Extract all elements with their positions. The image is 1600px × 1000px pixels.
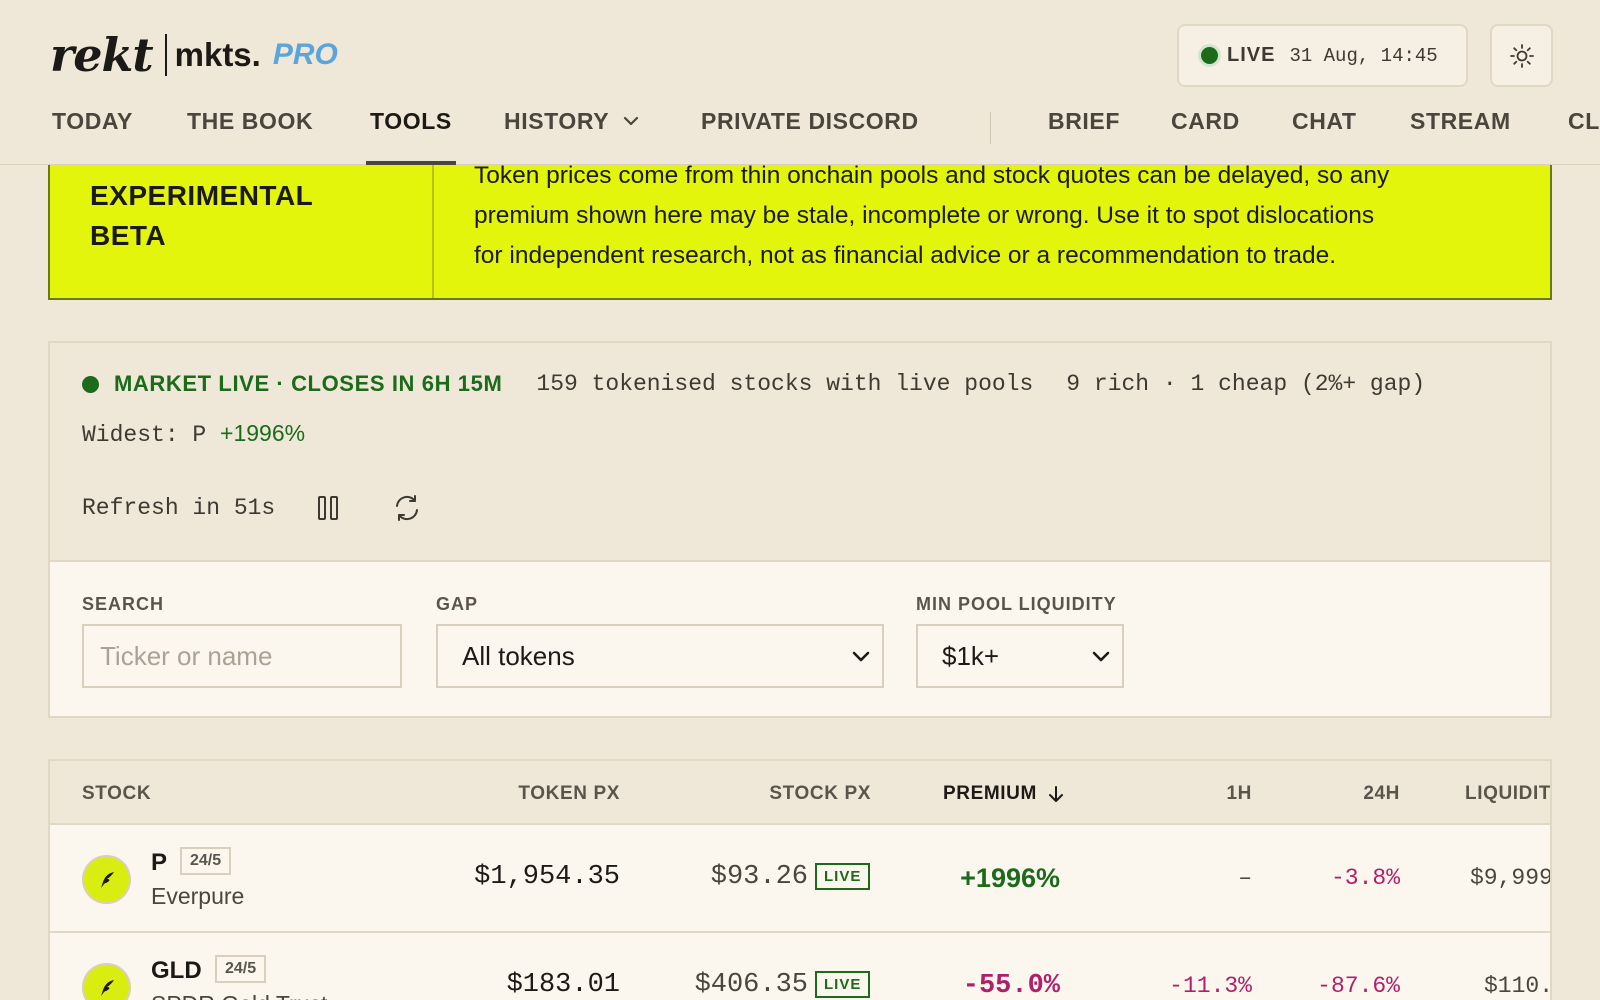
- nav-chat[interactable]: CHAT: [1292, 108, 1357, 165]
- chevron-down-icon: [852, 651, 870, 662]
- table-header: STOCK TOKEN PX STOCK PX PREMIUM 1H 24H L…: [50, 761, 1550, 825]
- nav-cl-truncated[interactable]: CL: [1568, 108, 1600, 165]
- stock-avatar: [82, 963, 131, 1000]
- live-clock: LIVE 31 Aug, 14:45: [1177, 24, 1468, 87]
- col-24h[interactable]: 24H: [1300, 783, 1400, 805]
- gap-label: GAP: [436, 594, 479, 614]
- nav-tools[interactable]: TOOLS: [366, 108, 456, 165]
- change-1h: -11.3%: [1169, 973, 1252, 999]
- logo-rekt: rekt: [50, 28, 154, 82]
- live-indicator-dot: [1201, 47, 1218, 64]
- pause-icon: [318, 496, 339, 520]
- robinhood-feather-icon: [100, 979, 114, 996]
- gap-select-value: All tokens: [462, 640, 575, 671]
- widest-gap: Widest: P +1996%: [82, 420, 305, 448]
- search-input[interactable]: Ticker or name: [82, 624, 402, 688]
- banner-disclaimer: Token prices come from thin onchain pool…: [434, 150, 1550, 298]
- banner-title: EXPERIMENTAL BETA: [50, 150, 434, 298]
- widest-label: Widest: P: [82, 422, 207, 448]
- col-premium-label: PREMIUM: [943, 783, 1037, 804]
- market-live-dot: [82, 375, 99, 393]
- search-label: SEARCH: [82, 594, 165, 614]
- experimental-beta-banner: EXPERIMENTAL BETA Token prices come from…: [48, 150, 1552, 300]
- token-price: $183.01: [506, 970, 620, 1000]
- hours-badge: 24/5: [215, 955, 267, 983]
- gap-select[interactable]: All tokens: [436, 624, 884, 688]
- live-time: 31 Aug, 14:45: [1289, 44, 1438, 67]
- premium-value: -55.0%: [962, 971, 1060, 1000]
- refresh-icon: [396, 495, 419, 521]
- banner-line2: premium shown here may be stale, incompl…: [474, 202, 1375, 229]
- logo-pro-badge: PRO: [272, 38, 338, 71]
- change-24h: -3.8%: [1330, 865, 1400, 891]
- liquidity-value: $9,999.: [1470, 865, 1552, 891]
- theme-toggle-button[interactable]: [1490, 24, 1553, 87]
- col-liquidity[interactable]: LIQUIDIT: [1465, 783, 1550, 805]
- stock-name: SPDR Gold Trust: [151, 991, 327, 1000]
- live-tag: LIVE: [815, 863, 871, 890]
- nav-divider: [990, 112, 991, 144]
- ticker: GLD: [151, 957, 202, 984]
- liquidity-label: MIN POOL LIQUIDITY: [916, 594, 1117, 614]
- banner-title-line1: EXPERIMENTAL: [90, 180, 314, 211]
- liquidity-value: $110.3: [1484, 973, 1552, 999]
- nav-history[interactable]: HISTORY: [504, 108, 641, 165]
- arrow-down-icon: [1048, 786, 1063, 802]
- nav-today[interactable]: TODAY: [52, 108, 133, 165]
- table-row[interactable]: GLD 24/5 SPDR Gold Trust $183.01 $406.35…: [50, 933, 1552, 1000]
- pool-count: 159 tokenised stocks with live pools: [536, 371, 1034, 397]
- chevron-down-icon: [1092, 651, 1110, 662]
- refresh-countdown: Refresh in 51s: [82, 495, 276, 521]
- nav-stream[interactable]: STREAM: [1410, 108, 1511, 165]
- refresh-button[interactable]: [390, 491, 424, 525]
- filters-panel: SEARCH Ticker or name GAP All tokens MIN…: [48, 561, 1552, 718]
- hours-badge: 24/5: [180, 847, 232, 875]
- refresh-row: Refresh in 51s: [82, 491, 469, 525]
- logo-mkts: mkts.: [174, 36, 261, 73]
- liquidity-select-value: $1k+: [942, 640, 1000, 671]
- market-status-panel: MARKET LIVE · CLOSES IN 6H 15M 159 token…: [48, 341, 1552, 562]
- col-token-px[interactable]: TOKEN PX: [470, 783, 620, 805]
- token-price: $1,954.35: [474, 862, 620, 892]
- live-label: LIVE: [1227, 44, 1276, 66]
- table-row[interactable]: P 24/5 Everpure $1,954.35 $93.26 LIVE +1…: [50, 825, 1552, 933]
- banner-title-line2: BETA: [90, 220, 167, 251]
- widest-value: +1996%: [220, 420, 306, 446]
- banner-line3: for independent research, not as financi…: [474, 242, 1337, 269]
- logo-divider: [164, 34, 167, 76]
- logo[interactable]: rekt mkts. PRO: [50, 30, 338, 80]
- ticker: P: [151, 849, 168, 876]
- change-24h: -87.6%: [1317, 973, 1400, 999]
- sun-icon: [1509, 43, 1534, 68]
- premium-value: +1996%: [960, 863, 1060, 893]
- rich-cheap-summary: 9 rich · 1 cheap (2%+ gap): [1066, 371, 1426, 397]
- nav-private-discord[interactable]: PRIVATE DISCORD: [701, 108, 919, 165]
- stock-price: $406.35: [694, 970, 808, 1000]
- col-premium[interactable]: PREMIUM: [943, 783, 1065, 805]
- col-stock[interactable]: STOCK: [82, 783, 151, 805]
- pause-button[interactable]: [311, 491, 345, 525]
- market-status-row: MARKET LIVE · CLOSES IN 6H 15M 159 token…: [82, 371, 1425, 397]
- liquidity-select[interactable]: $1k+: [916, 624, 1124, 688]
- change-1h: –: [1238, 865, 1252, 891]
- chevron-down-icon: [624, 116, 639, 126]
- nav-history-label: HISTORY: [504, 108, 610, 134]
- nav-the-book[interactable]: THE BOOK: [187, 108, 313, 165]
- stock-avatar: [82, 855, 131, 904]
- market-status: MARKET LIVE · CLOSES IN 6H 15M: [114, 371, 503, 396]
- nav-card[interactable]: CARD: [1171, 108, 1240, 165]
- live-tag: LIVE: [815, 971, 871, 998]
- premium-table: STOCK TOKEN PX STOCK PX PREMIUM 1H 24H L…: [48, 759, 1552, 1000]
- col-1h[interactable]: 1H: [1160, 783, 1252, 805]
- main-nav: TODAY THE BOOK TOOLS HISTORY PRIVATE DIS…: [52, 108, 1600, 165]
- col-stock-px[interactable]: STOCK PX: [720, 783, 871, 805]
- top-header: rekt mkts. PRO LIVE 31 Aug, 14:45 TODAY …: [0, 0, 1600, 165]
- nav-brief[interactable]: BRIEF: [1048, 108, 1120, 165]
- stock-price: $93.26: [710, 862, 808, 892]
- robinhood-feather-icon: [100, 871, 114, 888]
- stock-name: Everpure: [151, 883, 245, 909]
